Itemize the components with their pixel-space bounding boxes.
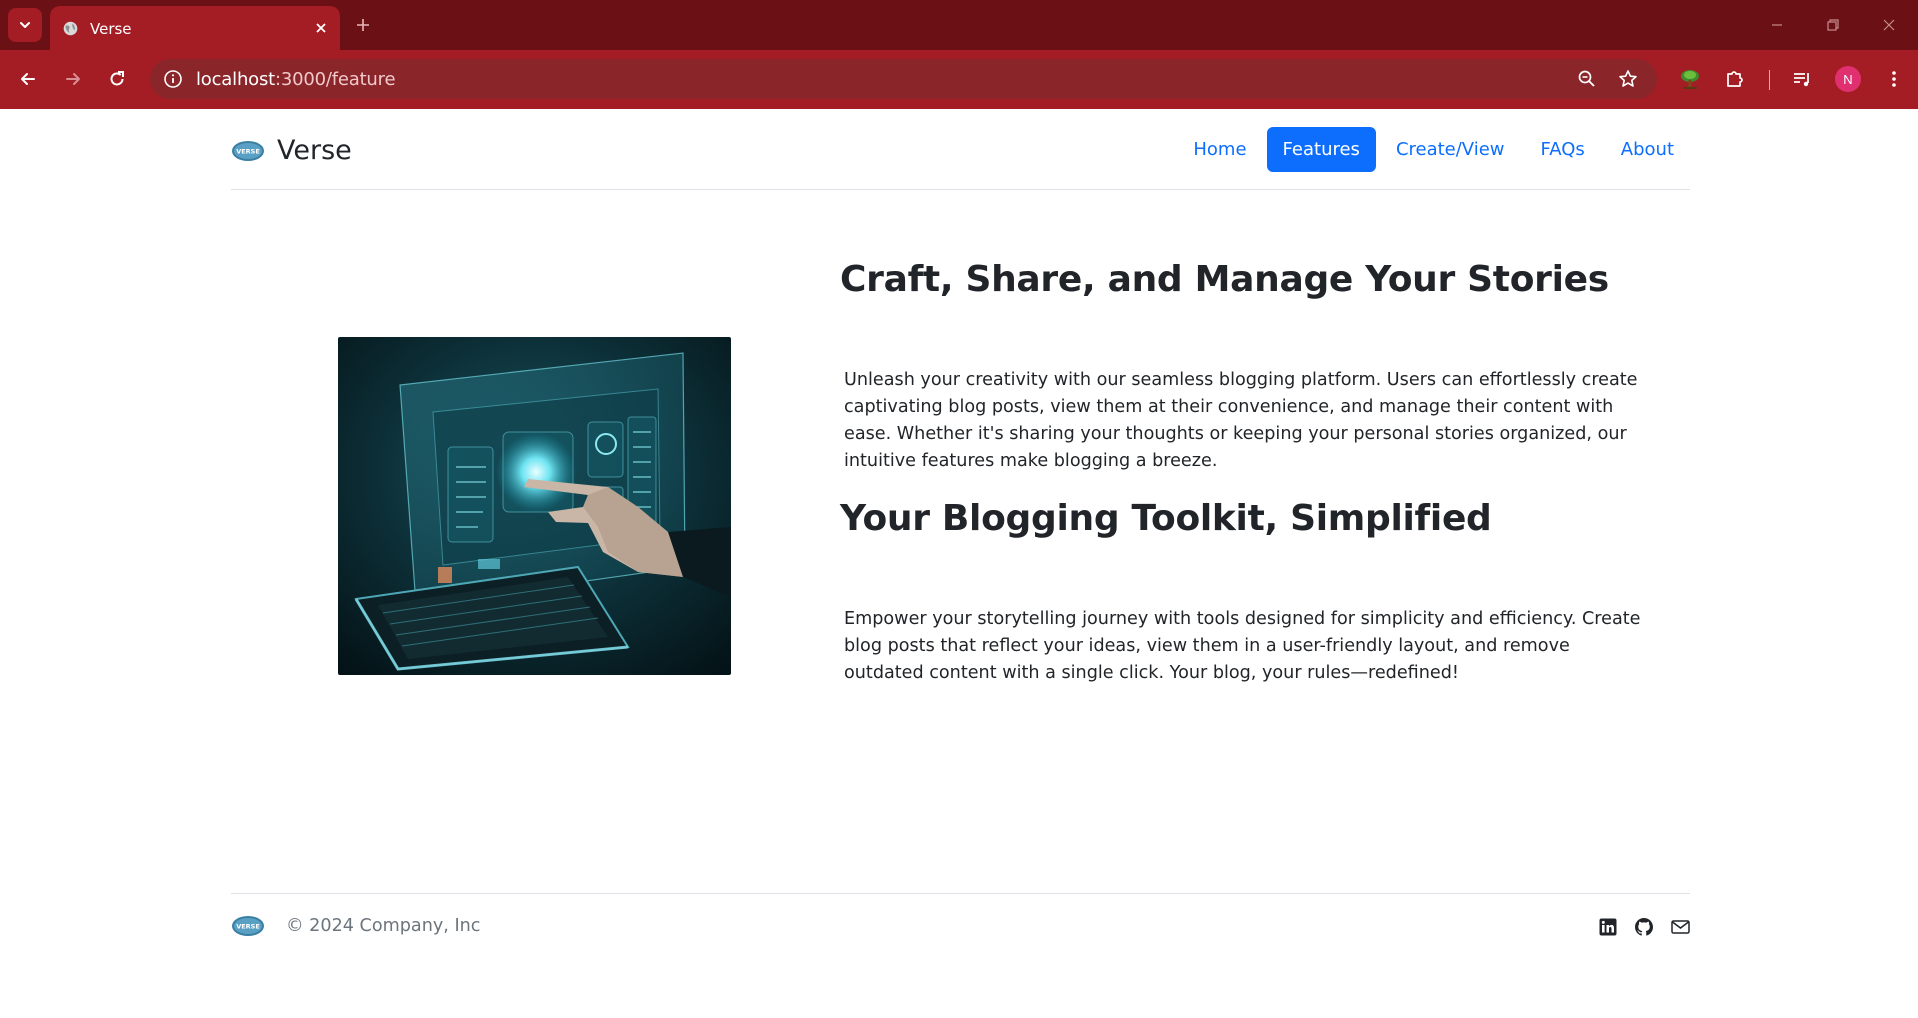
github-icon	[1635, 918, 1653, 936]
feature-2-text: Empower your storytelling journey with t…	[844, 609, 1641, 683]
tree-icon	[1681, 70, 1699, 89]
close-window-button[interactable]	[1877, 13, 1901, 37]
reload-icon	[110, 71, 124, 86]
zoom-button[interactable]	[1574, 66, 1600, 92]
feature-illustration	[338, 337, 731, 675]
site-header: VERSE Verse Home Features Create/View FA…	[231, 109, 1690, 190]
nav-faqs[interactable]: FAQs	[1525, 127, 1601, 172]
star-icon	[1619, 70, 1637, 87]
extension-tree-button[interactable]	[1675, 64, 1705, 94]
minimize-icon	[1772, 24, 1782, 26]
tab-title: Verse	[90, 20, 132, 38]
profile-avatar[interactable]: N	[1835, 66, 1861, 92]
footer-logo[interactable]: VERSE	[231, 914, 265, 938]
github-link[interactable]	[1633, 916, 1655, 938]
page-content: VERSE Verse Home Features Create/View FA…	[0, 109, 1918, 1018]
verse-logo: VERSE	[232, 140, 264, 161]
extensions-button[interactable]	[1720, 64, 1750, 94]
zoom-out-icon	[1578, 70, 1595, 87]
tab-search-button[interactable]	[8, 8, 42, 42]
globe-icon	[63, 21, 78, 36]
main-nav: Home Features Create/View FAQs About	[1173, 127, 1690, 172]
tab-close-button[interactable]	[312, 19, 330, 37]
more-vertical-icon	[1892, 71, 1896, 87]
feature-1-text: Unleash your creativity with our seamles…	[844, 370, 1638, 471]
chevron-down-icon	[20, 22, 30, 28]
email-link[interactable]	[1669, 916, 1691, 938]
puzzle-icon	[1727, 71, 1743, 87]
media-control-button[interactable]	[1787, 64, 1817, 94]
info-icon	[164, 70, 182, 88]
reload-button[interactable]	[99, 61, 135, 97]
playlist-icon	[1794, 73, 1809, 87]
back-button[interactable]	[10, 61, 46, 97]
toolbar-separator	[1769, 70, 1770, 90]
mail-icon	[1670, 920, 1690, 934]
nav-features[interactable]: Features	[1266, 127, 1376, 172]
nav-home[interactable]: Home	[1177, 127, 1262, 172]
feature-1-title: Craft, Share, and Manage Your Stories	[840, 259, 1609, 300]
footer-logo-text: VERSE	[236, 923, 260, 931]
footer-copyright: © 2024 Company, Inc	[286, 916, 481, 936]
brand-link[interactable]: VERSE Verse	[231, 135, 352, 166]
browser-toolbar: localhost:3000/feature N	[0, 50, 1918, 109]
site-info-button[interactable]	[160, 66, 186, 92]
brand-name: Verse	[277, 135, 352, 166]
url-host: localhost	[196, 69, 275, 90]
arrow-left-icon	[21, 73, 35, 85]
close-icon	[316, 23, 326, 33]
arrow-right-icon	[66, 73, 80, 85]
forward-button[interactable]	[55, 61, 91, 97]
nav-create-view[interactable]: Create/View	[1380, 127, 1521, 172]
linkedin-icon	[1599, 918, 1617, 936]
bookmark-button[interactable]	[1615, 66, 1641, 92]
browser-menu-button[interactable]	[1879, 64, 1909, 94]
plus-icon	[357, 19, 369, 31]
url-path: :3000/feature	[275, 69, 396, 90]
restore-button[interactable]	[1821, 13, 1845, 37]
browser-tabstrip: Verse	[0, 0, 1918, 50]
new-tab-button[interactable]	[352, 14, 374, 36]
nav-about[interactable]: About	[1605, 127, 1690, 172]
address-bar[interactable]: localhost:3000/feature	[150, 59, 1657, 99]
browser-tab-active[interactable]: Verse	[50, 6, 340, 50]
feature-2-title: Your Blogging Toolkit, Simplified	[840, 498, 1492, 539]
minimize-button[interactable]	[1765, 13, 1789, 37]
logo-text: VERSE	[236, 147, 260, 155]
site-footer: VERSE © 2024 Company, Inc	[231, 893, 1690, 963]
restore-icon	[1827, 19, 1839, 31]
url-text: localhost:3000/feature	[196, 69, 396, 90]
close-icon	[1883, 19, 1895, 31]
linkedin-link[interactable]	[1597, 916, 1619, 938]
